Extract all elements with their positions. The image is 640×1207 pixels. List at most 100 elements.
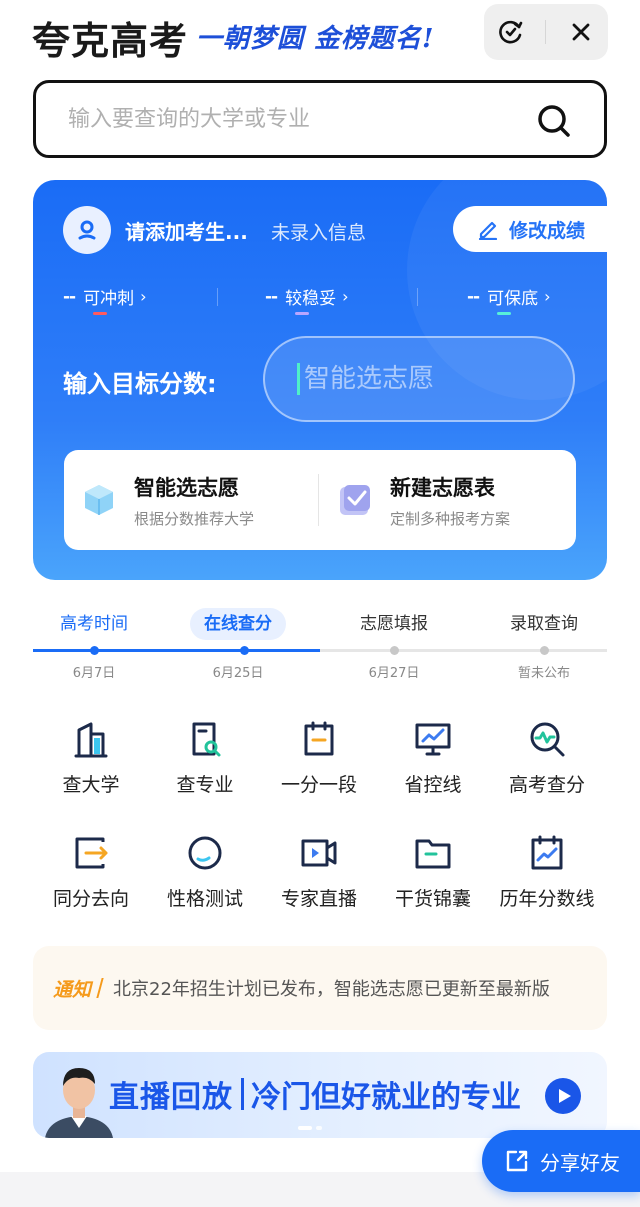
tool-label: 查专业 xyxy=(176,774,234,796)
close-icon[interactable] xyxy=(561,12,601,52)
timeline-date: 6月27日 xyxy=(368,666,420,681)
tool-label: 一分一段 xyxy=(280,774,357,796)
tool-personality[interactable]: 性格测试 xyxy=(148,832,262,928)
timeline-label: 高考时间 xyxy=(60,614,128,634)
tool-label: 同分去向 xyxy=(52,888,129,910)
tool-score-check[interactable]: 高考查分 xyxy=(490,718,604,814)
level-stable[interactable]: -- 较稳妥 › xyxy=(265,284,349,315)
level-indicator xyxy=(497,312,511,315)
new-form-button[interactable]: 新建志愿表 定制多种报考方案 xyxy=(336,450,510,550)
share-friends-button[interactable]: 分享好友 xyxy=(482,1130,640,1192)
actions-divider xyxy=(318,474,319,526)
video-camera-icon xyxy=(301,839,337,867)
level-label: 可冲刺 xyxy=(83,289,135,309)
refresh-check-icon[interactable] xyxy=(491,12,531,52)
history-chart-icon xyxy=(531,835,563,870)
student-name[interactable]: 请添加考生... xyxy=(125,216,248,245)
level-label: 较稳妥 xyxy=(285,289,337,309)
tool-tips[interactable]: 干货锦囊 xyxy=(376,832,490,928)
tools-grid: 查大学 查专业 一分一段 省控线 高考查分 同分去向 性格测试 专家直播 干货锦… xyxy=(34,718,606,918)
level-label: 可保底 xyxy=(487,289,539,309)
quick-actions: 智能选志愿 根据分数推荐大学 新建志愿表 定制多种报考方案 xyxy=(64,450,576,550)
notice-divider xyxy=(96,978,104,998)
cube-icon xyxy=(85,485,113,515)
search-wave-icon xyxy=(530,722,565,757)
tool-label: 历年分数线 xyxy=(499,888,595,910)
banner-subtitle: 冷门但好就业的专业 xyxy=(251,1080,521,1115)
carousel-dots xyxy=(298,1126,322,1130)
score-segment-icon xyxy=(304,721,334,756)
smart-select-button[interactable]: 智能选志愿 根据分数推荐大学 xyxy=(80,450,254,550)
level-value: -- xyxy=(265,286,278,307)
tool-label: 省控线 xyxy=(404,774,462,796)
chevron-right-icon: › xyxy=(342,287,349,306)
play-icon[interactable] xyxy=(545,1078,581,1114)
building-icon xyxy=(74,722,108,758)
app-title: 夸克高考 xyxy=(32,19,189,63)
exam-timeline: 高考时间 6月7日 在线查分 6月25日 志愿填报 6月27日 录取查询 暂未公… xyxy=(33,608,607,688)
score-card: 请添加考生... 未录入信息 修改成绩 -- 可冲刺 › -- 较稳妥 › --… xyxy=(33,180,607,580)
avatar[interactable] xyxy=(63,206,111,254)
carousel-dot-active[interactable] xyxy=(298,1126,312,1130)
timeline-label: 志愿填报 xyxy=(360,614,428,634)
tool-label: 查大学 xyxy=(62,774,120,796)
folder-icon xyxy=(415,839,451,869)
level-value: -- xyxy=(63,286,76,307)
checkbox-icon xyxy=(340,485,370,515)
arrow-exit-icon xyxy=(75,837,108,869)
banner-title: 直播回放 xyxy=(109,1080,233,1115)
app-header: 夸克高考 一朝梦圆 金榜题名! xyxy=(0,0,640,72)
search-bar[interactable] xyxy=(33,80,607,158)
action-title: 新建志愿表 xyxy=(390,475,495,500)
action-title: 智能选志愿 xyxy=(134,475,239,500)
target-score-field[interactable] xyxy=(263,336,575,422)
search-icon[interactable] xyxy=(534,101,574,141)
share-label: 分享好友 xyxy=(540,1150,620,1175)
level-rush[interactable]: -- 可冲刺 › xyxy=(63,284,147,315)
monitor-chart-icon xyxy=(415,723,451,756)
level-divider xyxy=(417,288,418,306)
level-safe[interactable]: -- 可保底 › xyxy=(467,284,551,315)
tool-label: 高考查分 xyxy=(508,774,585,796)
level-value: -- xyxy=(467,286,480,307)
timeline-label: 在线查分 xyxy=(190,608,286,640)
search-input[interactable] xyxy=(68,99,528,139)
timeline-date: 6月25日 xyxy=(212,666,264,681)
target-score-input[interactable] xyxy=(304,364,534,394)
tool-college[interactable]: 查大学 xyxy=(34,718,148,814)
edit-score-label: 修改成绩 xyxy=(509,219,586,242)
admission-levels: -- 可冲刺 › -- 较稳妥 › -- 可保底 › xyxy=(33,284,607,320)
timeline-exam-time[interactable]: 高考时间 6月7日 xyxy=(39,608,149,681)
chevron-right-icon: › xyxy=(544,287,551,306)
level-indicator xyxy=(295,312,309,315)
tool-history-lines[interactable]: 历年分数线 xyxy=(490,832,604,928)
tool-control-line[interactable]: 省控线 xyxy=(376,718,490,814)
tool-same-score[interactable]: 同分去向 xyxy=(34,832,148,928)
level-divider xyxy=(217,288,218,306)
tool-score-segment[interactable]: 一分一段 xyxy=(262,718,376,814)
timeline-admission[interactable]: 录取查询 暂未公布 xyxy=(489,608,599,681)
timeline-application[interactable]: 志愿填报 6月27日 xyxy=(339,608,449,681)
edit-score-button[interactable]: 修改成绩 xyxy=(453,206,607,252)
tool-label: 专家直播 xyxy=(280,888,357,910)
tool-expert-live[interactable]: 专家直播 xyxy=(262,832,376,928)
timeline-score-query[interactable]: 在线查分 6月25日 xyxy=(190,608,286,681)
student-info-status: 未录入信息 xyxy=(271,222,367,244)
action-subtitle: 根据分数推荐大学 xyxy=(134,509,255,528)
pencil-icon xyxy=(478,221,498,240)
app-slogan: 一朝梦圆 金榜题名! xyxy=(196,24,435,54)
timeline-date: 6月7日 xyxy=(72,666,116,681)
notice-bar[interactable]: 通知 北京22年招生计划已发布，智能选志愿已更新至最新版 xyxy=(33,946,607,1030)
timeline-label: 录取查询 xyxy=(510,614,578,634)
target-score-label: 输入目标分数: xyxy=(63,370,217,398)
timeline-date: 暂未公布 xyxy=(517,666,570,681)
action-subtitle: 定制多种报考方案 xyxy=(390,509,511,528)
document-search-icon xyxy=(192,722,221,757)
tool-label: 干货锦囊 xyxy=(394,888,471,910)
share-icon xyxy=(506,1150,528,1172)
tool-major[interactable]: 查专业 xyxy=(148,718,262,814)
header-controls xyxy=(484,4,608,60)
banner-divider xyxy=(241,1078,244,1110)
carousel-dot[interactable] xyxy=(316,1126,322,1130)
text-caret xyxy=(297,363,300,395)
